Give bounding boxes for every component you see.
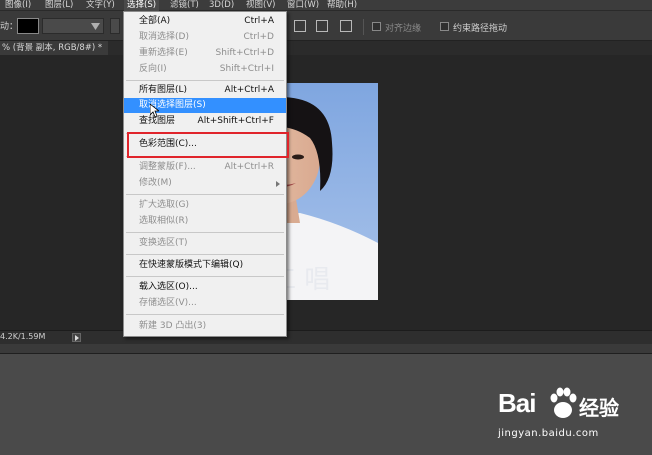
- menu-item-shortcut: Alt+Shift+Ctrl+F: [197, 116, 274, 126]
- distribute-icon[interactable]: [316, 20, 328, 32]
- menu-item-save-selection[interactable]: 存储选区(V)...: [124, 296, 286, 311]
- arrange-icon[interactable]: [340, 20, 352, 32]
- menu-item-label: 重新选择(E): [139, 48, 188, 58]
- menu-item-label: 扩大选取(G): [139, 200, 189, 210]
- menu-window[interactable]: 窗口(W): [284, 0, 322, 11]
- status-bar: 4.2K/1.59M: [0, 330, 652, 344]
- options-bar: 动： 对齐边缘 约束路径拖动: [0, 11, 652, 41]
- menu-item-label: 调整蒙版(F)...: [139, 162, 196, 172]
- annotation-highlight-box: [127, 132, 289, 158]
- menu-item-deselect-layers[interactable]: 取消选择图层(S): [124, 98, 286, 113]
- menu-separator: [126, 80, 284, 81]
- menu-item-label: 变换选区(T): [139, 238, 188, 248]
- menu-item-all-layers[interactable]: 所有图层(L) Alt+Ctrl+A: [124, 83, 286, 98]
- chevron-down-icon: [91, 23, 100, 30]
- menu-item-quick-mask[interactable]: 在快速蒙版模式下编辑(Q): [124, 258, 286, 273]
- menu-image[interactable]: 图像(I): [2, 0, 34, 11]
- document-tab-title: % (背景 副本, RGB/8#) *: [2, 43, 103, 53]
- menu-separator: [126, 314, 284, 315]
- menu-item-deselect[interactable]: 取消选择(D) Ctrl+D: [124, 30, 286, 45]
- menu-item-all[interactable]: 全部(A) Ctrl+A: [124, 14, 286, 29]
- menu-item-reselect[interactable]: 重新选择(E) Shift+Ctrl+D: [124, 46, 286, 61]
- menu-item-shortcut: Shift+Ctrl+I: [219, 64, 274, 74]
- menu-separator: [126, 276, 284, 277]
- menu-select[interactable]: 选择(S): [124, 0, 160, 11]
- menu-item-refine-mask[interactable]: 调整蒙版(F)... Alt+Ctrl+R: [124, 160, 286, 175]
- menu-item-shortcut: Ctrl+A: [244, 16, 274, 26]
- menu-separator: [126, 232, 284, 233]
- menu-item-label: 选取相似(R): [139, 216, 189, 226]
- menu-separator: [126, 194, 284, 195]
- watermark-suffix: 经验: [579, 396, 619, 420]
- tool-option-label: 动：: [0, 22, 19, 32]
- document-tab[interactable]: % (背景 副本, RGB/8#) * ×: [0, 41, 108, 55]
- menu-item-label: 取消选择图层(S): [139, 100, 206, 110]
- constrain-path-label: 约束路径拖动: [453, 24, 508, 34]
- menu-filter[interactable]: 滤镜(T): [167, 0, 202, 11]
- panel-divider[interactable]: [0, 344, 652, 354]
- document-tab-bar: % (背景 副本, RGB/8#) * ×: [0, 41, 652, 55]
- watermark-brand: Bai: [498, 388, 536, 418]
- align-icon[interactable]: [294, 20, 306, 32]
- constrain-path-checkbox[interactable]: [440, 22, 449, 31]
- menu-item-label: 全部(A): [139, 16, 171, 26]
- status-menu-arrow-icon[interactable]: [72, 333, 81, 342]
- menu-bar: 图像(I) 图层(L) 文字(Y) 选择(S) 滤镜(T) 3D(D) 视图(V…: [0, 0, 652, 11]
- menu-layer[interactable]: 图层(L): [42, 0, 76, 11]
- menu-item-inverse[interactable]: 反向(I) Shift+Ctrl+I: [124, 62, 286, 77]
- menu-separator: [126, 254, 284, 255]
- select-menu-dropdown: 全部(A) Ctrl+A 取消选择(D) Ctrl+D 重新选择(E) Shif…: [123, 11, 287, 337]
- menu-item-label: 载入选区(O)...: [139, 282, 198, 292]
- menu-view[interactable]: 视图(V): [243, 0, 278, 11]
- cursor-arrow-icon: [150, 104, 159, 118]
- align-edges-label: 对齐边缘: [385, 24, 422, 34]
- align-edges-checkbox[interactable]: [372, 22, 381, 31]
- menu-item-label: 取消选择(D): [139, 32, 189, 42]
- menu-item-new-3d-extrusion[interactable]: 新建 3D 凸出(3): [124, 319, 286, 334]
- submenu-arrow-icon: [276, 181, 280, 187]
- menu-item-transform-selection[interactable]: 变换选区(T): [124, 236, 286, 251]
- menu-help[interactable]: 帮助(H): [324, 0, 360, 11]
- options-divider: [363, 19, 364, 35]
- menu-item-shortcut: Alt+Ctrl+A: [224, 85, 274, 95]
- menu-item-label: 修改(M): [139, 178, 172, 188]
- menu-type[interactable]: 文字(Y): [83, 0, 118, 11]
- menu-item-label: 所有图层(L): [139, 85, 188, 95]
- menu-item-similar[interactable]: 选取相似(R): [124, 214, 286, 229]
- baidu-paw-icon: [550, 387, 577, 418]
- menu-item-grow[interactable]: 扩大选取(G): [124, 198, 286, 213]
- menu-item-shortcut: Alt+Ctrl+R: [224, 162, 274, 172]
- menu-item-label: 在快速蒙版模式下编辑(Q): [139, 260, 244, 270]
- baidu-jingyan-watermark: Bai 经验 jingyan.baidu.com: [498, 386, 648, 446]
- menu-item-label: 反向(I): [139, 64, 167, 74]
- options-small-button[interactable]: [110, 18, 120, 34]
- options-dropdown[interactable]: [42, 18, 104, 34]
- menu-3d[interactable]: 3D(D): [206, 0, 237, 11]
- menu-item-label: 存储选区(V)...: [139, 298, 197, 308]
- menu-item-modify[interactable]: 修改(M): [124, 176, 286, 191]
- watermark-url: jingyan.baidu.com: [498, 428, 599, 439]
- canvas-area[interactable]: 工 唱: [0, 55, 652, 330]
- menu-item-shortcut: Ctrl+D: [243, 32, 275, 42]
- color-swatch[interactable]: [17, 18, 39, 34]
- menu-item-find-layers[interactable]: 查找图层 Alt+Shift+Ctrl+F: [124, 114, 286, 129]
- menu-item-load-selection[interactable]: 载入选区(O)...: [124, 280, 286, 295]
- menu-item-label: 新建 3D 凸出(3): [139, 321, 207, 331]
- menu-item-shortcut: Shift+Ctrl+D: [215, 48, 274, 58]
- document-size: 4.2K/1.59M: [0, 332, 46, 341]
